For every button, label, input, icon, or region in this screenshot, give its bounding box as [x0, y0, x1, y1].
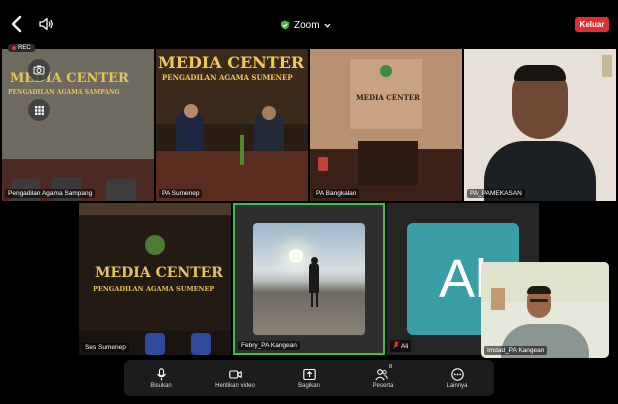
- banner-title: MEDIA CENTER: [158, 53, 305, 72]
- leave-button[interactable]: Keluar: [575, 17, 609, 32]
- stop-video-label: Hentikan video: [215, 382, 255, 389]
- video-tile[interactable]: MEDIA CENTER PA Bangkalan: [310, 49, 462, 201]
- meeting-toolbar: Bisukan Hentikan video Bagikan 8 Peserta…: [124, 360, 494, 396]
- tile-label: PA Sumenep: [159, 189, 203, 198]
- self-view-tile[interactable]: Imdad_PA Kangean: [481, 262, 609, 358]
- share-label: Bagikan: [298, 382, 320, 389]
- tile-label: Ali: [390, 340, 412, 352]
- chevron-down-icon: [324, 23, 331, 28]
- switch-camera-button[interactable]: [28, 59, 50, 81]
- tile-label: Febry_PA Kangean: [238, 341, 300, 350]
- speaker-icon[interactable]: [38, 16, 54, 32]
- meeting-title: Zoom: [294, 19, 320, 31]
- participants-icon: [375, 368, 388, 380]
- beach-photo: [253, 223, 365, 335]
- share-screen-icon: [302, 368, 316, 380]
- banner-title: MEDIA CENTER: [95, 265, 223, 281]
- chevron-left-icon[interactable]: [8, 14, 26, 34]
- participants-button[interactable]: 8 Peserta: [350, 364, 416, 389]
- recording-label: REC: [18, 45, 31, 51]
- participant-count: 8: [389, 363, 392, 370]
- banner-subtitle: PENGADILAN AGAMA SUMENEP: [93, 285, 215, 293]
- tile-label: Ses Sumenep: [82, 343, 129, 352]
- participants-label: Peserta: [372, 382, 394, 389]
- video-camera-icon: [228, 369, 242, 379]
- video-tile[interactable]: MEDIA CENTER PENGADILAN AGAMA SUMENEP PA…: [156, 49, 308, 201]
- top-bar: Zoom Keluar: [0, 0, 618, 48]
- meeting-title-dropdown[interactable]: Zoom: [280, 17, 331, 33]
- tile-label: Pengadilan Agama Sampang: [5, 189, 96, 198]
- video-tile[interactable]: MEDIA CENTER PENGADILAN AGAMA SUMENEP Se…: [79, 203, 231, 355]
- more-button[interactable]: Lainnya: [424, 367, 490, 389]
- mute-label: Bisukan: [150, 382, 172, 389]
- banner-title: MEDIA CENTER: [356, 93, 420, 102]
- tile-label: PA Bangkalan: [313, 189, 360, 198]
- tile-label: Imdad_PA Kangean: [484, 346, 548, 355]
- video-tile[interactable]: PA_PAMEKASAN: [464, 49, 616, 201]
- record-dot-icon: [12, 46, 16, 50]
- recording-badge: REC: [8, 44, 35, 52]
- gallery-view-button[interactable]: [28, 99, 50, 121]
- video-tile[interactable]: MEDIA CENTER PENGADILAN AGAMA SAMPANG Pe…: [2, 49, 154, 201]
- video-tile-active-speaker[interactable]: Febry_PA Kangean: [233, 203, 385, 355]
- banner-subtitle: PENGADILAN AGAMA SUMENEP: [162, 73, 293, 82]
- stop-video-button[interactable]: Hentikan video: [202, 368, 268, 389]
- tile-label: PA_PAMEKASAN: [467, 189, 525, 198]
- banner-subtitle: PENGADILAN AGAMA SAMPANG: [8, 89, 120, 96]
- camera-switch-icon: [33, 65, 45, 75]
- mic-muted-icon: [393, 341, 399, 351]
- more-label: Lainnya: [446, 382, 468, 389]
- microphone-icon: [156, 367, 166, 380]
- mute-button[interactable]: Bisukan: [128, 367, 194, 389]
- shield-check-icon: [281, 20, 289, 30]
- share-button[interactable]: Bagikan: [276, 368, 342, 389]
- grid-icon: [34, 105, 44, 115]
- more-icon: [450, 367, 464, 381]
